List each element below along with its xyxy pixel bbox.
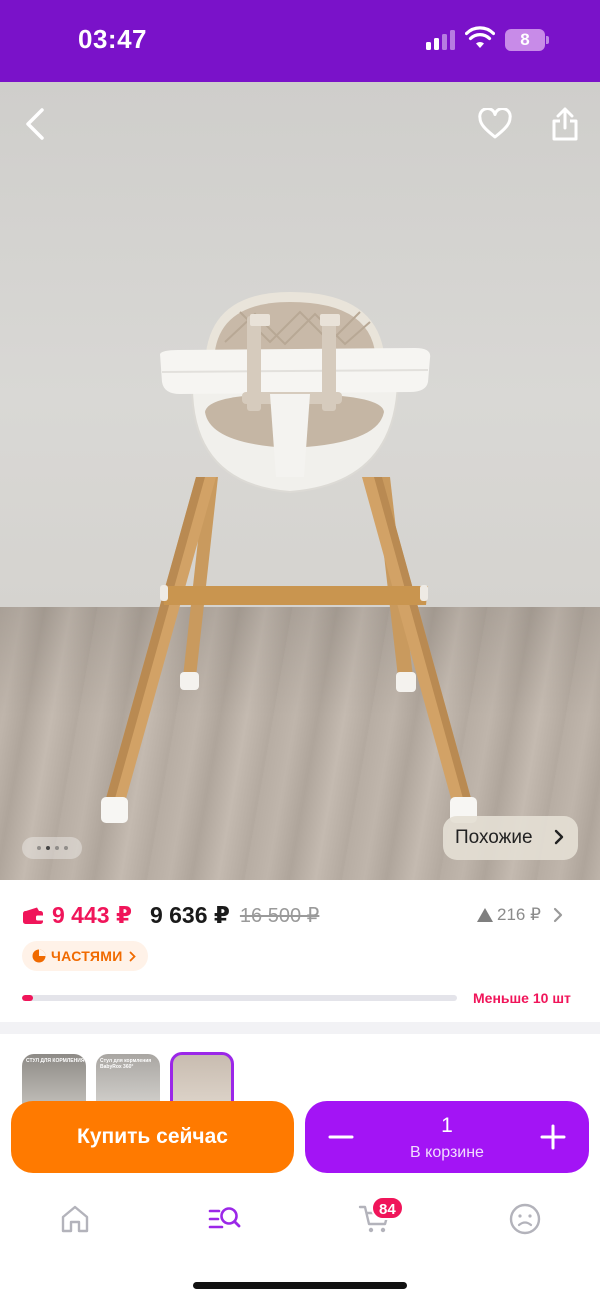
home-indicator: [193, 1282, 407, 1289]
carousel-dot: [63, 846, 68, 850]
favorite-button[interactable]: [472, 102, 518, 146]
share-icon: [552, 107, 578, 141]
wallet-price: 9 443 ₽: [52, 902, 132, 928]
cart-quantity-control: 1 В корзине: [305, 1101, 589, 1173]
price-up-icon: [477, 908, 493, 922]
cart-count-badge: 84: [371, 1196, 404, 1220]
similar-products-button[interactable]: Похожие: [443, 816, 578, 860]
price-card: 9 443 ₽ 9 636 ₽ 16 500 ₽ 216 ₽ ЧАСТЯМИ М…: [0, 880, 600, 1022]
carousel-dot: [36, 846, 41, 850]
profile-icon: [509, 1203, 541, 1235]
back-icon: [26, 108, 44, 140]
chevron-right-icon: [129, 951, 136, 961]
carousel-dot-active: [45, 846, 50, 850]
stock-progress-fill: [22, 995, 33, 1001]
similar-label: Похожие: [455, 827, 533, 848]
home-icon: [61, 1205, 89, 1233]
product-image-carousel[interactable]: Похожие: [0, 82, 600, 882]
carousel-dot: [54, 846, 59, 850]
share-button[interactable]: [543, 100, 587, 148]
plus-icon: [540, 1124, 566, 1150]
nav-home[interactable]: [50, 1198, 100, 1240]
stock-text: Меньше 10 шт: [473, 990, 571, 1006]
status-time: 03:47: [78, 24, 147, 54]
installments-label: ЧАСТЯМИ: [51, 948, 123, 964]
installments-badge[interactable]: ЧАСТЯМИ: [22, 941, 148, 971]
price-change-value: 216 ₽: [497, 905, 541, 924]
increase-quantity-button[interactable]: [531, 1115, 575, 1159]
wallet-icon: [23, 907, 44, 924]
thumbnail-caption: Стул для кормления BabyRox 360°: [100, 1058, 152, 1070]
chevron-right-icon: [553, 907, 563, 923]
thumbnail-caption: СТУЛ ДЛЯ КОРМЛЕНИЯ: [26, 1058, 85, 1064]
thumbnail-strip: СТУЛ ДЛЯ КОРМЛЕНИЯ Стул для кормления Ba…: [0, 1034, 600, 1116]
bottom-navigation: 84: [0, 1180, 600, 1300]
stock-progress-bar: [22, 995, 457, 1001]
price-history-button[interactable]: 216 ₽: [477, 905, 563, 925]
heart-icon: [478, 108, 512, 139]
catalog-search-icon: [208, 1207, 241, 1229]
nav-catalog[interactable]: [200, 1198, 250, 1240]
current-price: 9 636 ₽: [149, 902, 230, 928]
old-price: 16 500 ₽: [239, 905, 320, 927]
pie-chart-icon: [32, 949, 46, 963]
chevron-right-icon: [554, 829, 564, 845]
battery-level: 8: [520, 30, 530, 49]
battery-icon: 8: [505, 29, 549, 51]
nav-profile[interactable]: [500, 1198, 550, 1240]
status-bar: 03:47 8: [0, 0, 600, 82]
high-chair-photo: [101, 292, 477, 823]
buy-now-button[interactable]: Купить сейчас: [11, 1101, 294, 1173]
section-divider: [0, 1022, 600, 1034]
price-row: 9 443 ₽ 9 636 ₽ 16 500 ₽: [22, 902, 319, 929]
signal-icon: [426, 30, 458, 50]
back-button[interactable]: [14, 102, 58, 146]
carousel-indicator: [22, 837, 82, 859]
wifi-icon: [465, 26, 495, 48]
